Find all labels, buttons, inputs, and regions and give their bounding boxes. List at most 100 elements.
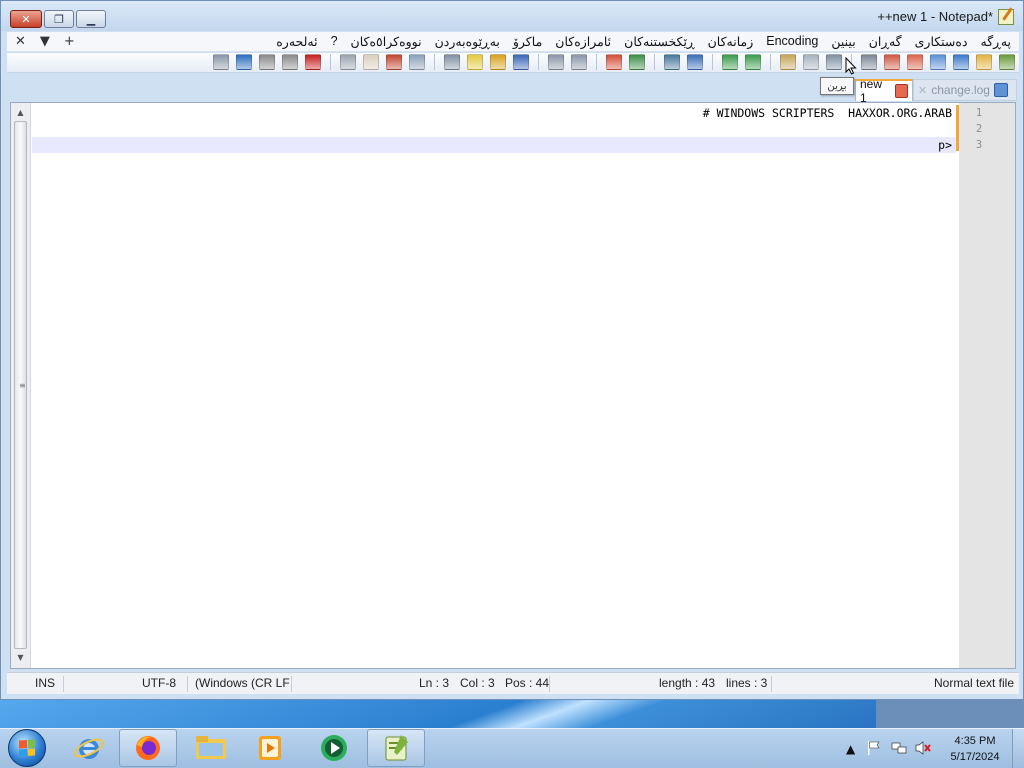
zoom-in-icon[interactable] bbox=[629, 54, 645, 70]
code-area[interactable]: # WINDOWS SCRIPTERS HAXXOR.ORG.ARAB p> bbox=[32, 103, 956, 668]
menu-macro[interactable]: ماکرۆ bbox=[513, 34, 542, 49]
menu-plugins[interactable]: نووەکرا٥ەکان bbox=[351, 34, 422, 49]
status-separator bbox=[187, 676, 188, 692]
file-explorer-icon bbox=[196, 736, 226, 759]
firefox-icon bbox=[136, 736, 160, 760]
scroll-down-arrow-icon[interactable]: ▼ bbox=[11, 650, 30, 666]
notepad-app-icon[interactable] bbox=[998, 9, 1014, 25]
folder-as-ws-icon[interactable] bbox=[363, 54, 379, 70]
status-length: length : 43 bbox=[659, 676, 716, 690]
network-icon[interactable] bbox=[891, 740, 907, 756]
taskbar-app-media-center[interactable] bbox=[305, 729, 363, 767]
udl-icon[interactable] bbox=[444, 54, 460, 70]
save-icon[interactable] bbox=[953, 54, 969, 70]
status-separator bbox=[549, 676, 550, 692]
title-bar[interactable]: ✕ ❐ ▁ ++new 1 - Notepad* bbox=[1, 1, 1023, 31]
add-doc-menu-icon[interactable]: + bbox=[64, 34, 75, 49]
status-eol[interactable]: (Windows (CR LF bbox=[195, 676, 290, 690]
menu-view[interactable]: بینین bbox=[831, 34, 855, 49]
tab-label: new 1 bbox=[860, 77, 883, 105]
windows-flag-icon bbox=[19, 739, 35, 757]
close-icon[interactable] bbox=[907, 54, 923, 70]
find-icon[interactable] bbox=[687, 54, 703, 70]
stop-icon[interactable] bbox=[282, 54, 298, 70]
close-all-icon[interactable] bbox=[884, 54, 900, 70]
editor-pane[interactable]: ▲ ≡ ▼ # WINDOWS SCRIPTERS HAXXOR.ORG.ARA… bbox=[10, 102, 1016, 669]
word-wrap-icon[interactable] bbox=[513, 54, 529, 70]
doc-map-icon[interactable] bbox=[409, 54, 425, 70]
save-all-icon[interactable] bbox=[930, 54, 946, 70]
toolbar-tooltip: بڕین bbox=[820, 77, 854, 95]
action-center-flag-icon[interactable] bbox=[866, 740, 882, 756]
show-desktop-button[interactable] bbox=[1012, 729, 1024, 768]
menu-encoding[interactable]: Encoding bbox=[766, 34, 818, 49]
scroll-up-arrow-icon[interactable]: ▲ bbox=[11, 105, 30, 121]
copy-icon[interactable] bbox=[803, 54, 819, 70]
line-number: 2 bbox=[975, 123, 983, 135]
save-macro-icon[interactable] bbox=[213, 54, 229, 70]
show-hidden-icons-arrow[interactable]: ▲ bbox=[846, 742, 855, 756]
vertical-scrollbar[interactable]: ▲ ≡ ▼ bbox=[11, 103, 31, 668]
menu-file[interactable]: پەڕگە bbox=[981, 34, 1011, 49]
toolbar bbox=[7, 53, 1019, 73]
record-icon[interactable] bbox=[305, 54, 321, 70]
func-list-icon[interactable] bbox=[386, 54, 402, 70]
menu-search[interactable]: گەڕان bbox=[869, 34, 902, 49]
restore-window-button[interactable]: ❐ bbox=[44, 10, 74, 28]
taskbar-app-ie[interactable] bbox=[60, 729, 118, 767]
menu-edit[interactable]: دەستکاری bbox=[915, 34, 968, 49]
redo-icon[interactable] bbox=[722, 54, 738, 70]
tab-close-icon[interactable]: ✕ bbox=[918, 84, 927, 97]
sync-v-icon[interactable] bbox=[571, 54, 587, 70]
open-icon[interactable] bbox=[976, 54, 992, 70]
tab-bar: new 1 ✕ change.log bbox=[7, 77, 1019, 105]
taskbar-app-firefox[interactable] bbox=[119, 729, 177, 767]
media-center-icon bbox=[321, 735, 347, 761]
scrollbar-thumb[interactable]: ≡ bbox=[14, 121, 27, 649]
status-lines: lines : 3 bbox=[726, 676, 768, 690]
doc-list-menu-icon[interactable]: ▼ bbox=[40, 34, 50, 49]
code-line-1[interactable]: # WINDOWS SCRIPTERS HAXXOR.ORG.ARAB bbox=[32, 105, 956, 121]
zoom-out-icon[interactable] bbox=[606, 54, 622, 70]
code-line-3[interactable]: p> bbox=[32, 137, 956, 153]
line-number-gutter[interactable]: 1 2 3 bbox=[959, 103, 1015, 668]
monitor-icon[interactable] bbox=[340, 54, 356, 70]
close-doc-menu-icon[interactable]: ✕ bbox=[15, 34, 26, 49]
taskbar-app-explorer[interactable] bbox=[182, 729, 240, 767]
status-separator bbox=[291, 676, 292, 692]
menu-help[interactable]: ? bbox=[331, 34, 338, 49]
play-icon[interactable] bbox=[259, 54, 275, 70]
volume-muted-icon[interactable] bbox=[914, 740, 932, 756]
clock-time: 4:35 PM bbox=[954, 735, 996, 747]
desktop-wallpaper-strip bbox=[0, 700, 876, 728]
taskbar-app-media-player[interactable] bbox=[241, 729, 299, 767]
internet-explorer-icon bbox=[74, 738, 104, 759]
paste-icon[interactable] bbox=[780, 54, 796, 70]
code-line-2[interactable] bbox=[32, 121, 956, 137]
menu-settings[interactable]: ڕێکخستنەکان bbox=[624, 34, 694, 49]
menu-window[interactable]: ئەلحەرە bbox=[276, 34, 317, 49]
new-icon[interactable] bbox=[999, 54, 1015, 70]
menu-run[interactable]: بەڕێوەبەردن bbox=[435, 34, 500, 49]
play-multi-icon[interactable] bbox=[236, 54, 252, 70]
tab-new-1[interactable]: new 1 bbox=[855, 77, 913, 105]
replace-icon[interactable] bbox=[664, 54, 680, 70]
print-icon[interactable] bbox=[861, 54, 877, 70]
status-separator bbox=[771, 676, 772, 692]
toolbar-separator bbox=[330, 54, 331, 70]
menu-language[interactable]: زمانەکان bbox=[708, 34, 754, 49]
taskbar-app-notepad-plus-plus[interactable] bbox=[367, 729, 425, 767]
notepad-plus-plus-window: ✕ ❐ ▁ ++new 1 - Notepad* ✕ ▼ + پەڕگە دەس… bbox=[0, 0, 1024, 700]
all-chars-icon[interactable] bbox=[490, 54, 506, 70]
unsaved-file-icon bbox=[894, 84, 908, 98]
system-clock[interactable]: 4:35 PM 5/17/2024 bbox=[940, 733, 1010, 765]
minimize-window-button[interactable]: ▁ bbox=[76, 10, 106, 28]
indent-guide-icon[interactable] bbox=[467, 54, 483, 70]
status-encoding[interactable]: UTF-8 bbox=[142, 676, 176, 690]
close-window-button[interactable]: ✕ bbox=[10, 10, 42, 28]
menu-tools[interactable]: ئامرازەکان bbox=[555, 34, 611, 49]
cut-icon[interactable] bbox=[826, 54, 842, 70]
undo-icon[interactable] bbox=[745, 54, 761, 70]
sync-h-icon[interactable] bbox=[548, 54, 564, 70]
tab-change-log[interactable]: ✕ change.log bbox=[913, 79, 1017, 101]
